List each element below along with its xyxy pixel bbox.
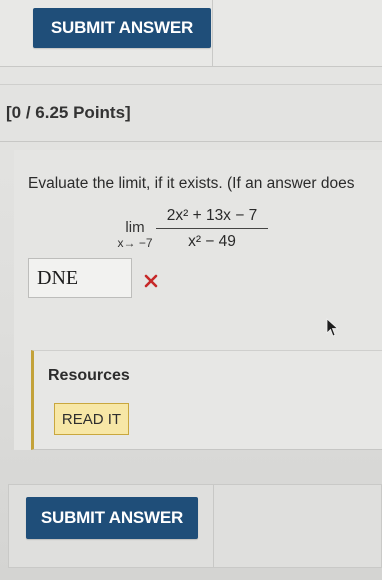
- fraction-denominator: x² − 49: [188, 233, 236, 250]
- question-prompt: Evaluate the limit, if it exists. (If an…: [28, 175, 355, 192]
- points-label: [0 / 6.25 Points]: [6, 103, 131, 122]
- submit-answer-button-bottom[interactable]: SUBMIT ANSWER: [26, 497, 198, 539]
- submit-answer-button-top[interactable]: SUBMIT ANSWER: [33, 8, 211, 48]
- limit-fraction: 2x² + 13x − 7 x² − 49: [156, 206, 268, 252]
- limit-subscript: x→ −7: [117, 236, 153, 250]
- limit-word: lim: [125, 219, 145, 236]
- resources-panel: [31, 350, 382, 450]
- fraction-bar: [156, 228, 268, 229]
- limit-operator: lim x→ −7: [110, 219, 160, 251]
- divider: [212, 0, 213, 66]
- mouse-cursor-icon: [326, 318, 339, 337]
- read-it-button[interactable]: READ IT: [54, 403, 129, 435]
- fraction-numerator: 2x² + 13x − 7: [166, 207, 258, 224]
- page: SUBMIT ANSWER [0 / 6.25 Points] Evaluate…: [0, 0, 382, 580]
- incorrect-x-icon: [144, 274, 158, 288]
- divider: [213, 485, 214, 567]
- answer-input[interactable]: DNE: [28, 258, 132, 298]
- resources-title: Resources: [48, 367, 130, 384]
